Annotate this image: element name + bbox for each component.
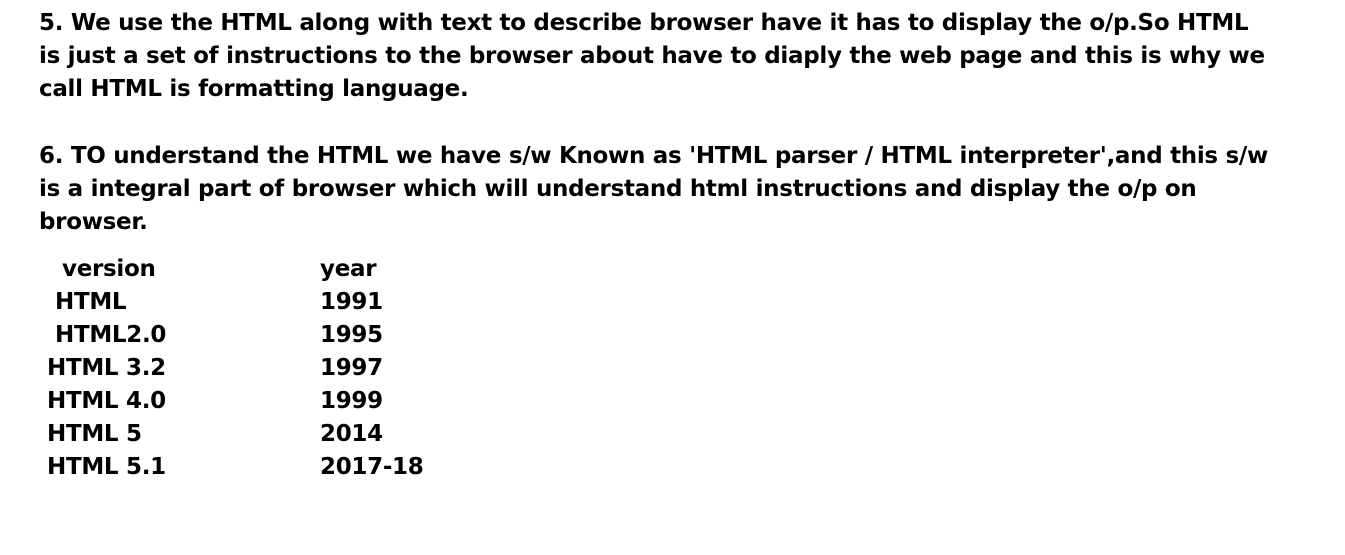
- table-cell-year: 1999: [320, 388, 383, 414]
- paragraph-5: 5. We use the HTML along with text to de…: [39, 7, 1265, 106]
- table-cell-version: HTML 3.2: [47, 355, 166, 381]
- table-cell-year: 2017-18: [320, 454, 424, 480]
- table-cell-year: 2014: [320, 421, 383, 447]
- paragraph-6-line: 6. TO understand the HTML we have s/w Kn…: [39, 143, 1268, 169]
- paragraph-6-line: is a integral part of browser which will…: [39, 176, 1197, 202]
- table-header-version: version: [62, 256, 156, 282]
- paragraph-5-line: call HTML is formatting language.: [39, 76, 469, 102]
- table-cell-version: HTML 4.0: [47, 388, 166, 414]
- table-cell-version: HTML2.0: [55, 322, 167, 348]
- table-cell-version: HTML 5: [47, 421, 142, 447]
- paragraph-5-line: is just a set of instructions to the bro…: [39, 43, 1265, 69]
- paragraph-5-line: 5. We use the HTML along with text to de…: [39, 10, 1249, 36]
- table-cell-version: HTML: [55, 289, 127, 315]
- paragraph-6: 6. TO understand the HTML we have s/w Kn…: [39, 140, 1268, 239]
- table-cell-version: HTML 5.1: [47, 454, 166, 480]
- table-header-year: year: [320, 256, 377, 282]
- table-cell-year: 1991: [320, 289, 383, 315]
- table-cell-year: 1995: [320, 322, 383, 348]
- paragraph-6-line: browser.: [39, 209, 148, 235]
- table-cell-year: 1997: [320, 355, 383, 381]
